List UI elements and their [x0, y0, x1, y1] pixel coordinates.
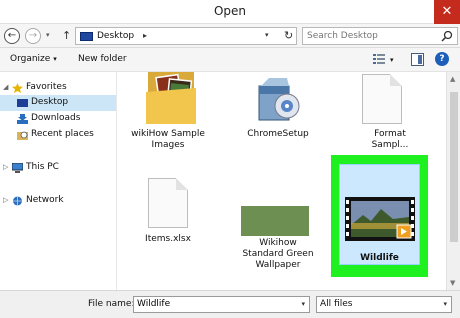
sidebar-item-downloads[interactable]: Downloads	[0, 111, 116, 127]
file-type-value: All files	[320, 299, 353, 309]
help-button[interactable]: ?	[435, 52, 449, 66]
network-icon	[13, 196, 22, 206]
sidebar-item-label: Network	[26, 195, 64, 205]
sidebar-item-label: Downloads	[31, 113, 81, 123]
file-list: wikiHow Sample Images ChromeSetup Format…	[118, 72, 446, 290]
file-label: wikiHow Sample	[131, 129, 205, 139]
refresh-button[interactable]: ↻	[284, 29, 293, 42]
path-label[interactable]: Desktop	[97, 31, 134, 41]
preview-pane-icon[interactable]	[411, 53, 424, 66]
sidebar-item-label: This PC	[26, 162, 59, 172]
file-item-wikihow-standard-green-wallpaper[interactable]: Wikihow Standard Green Wallpaper	[228, 178, 328, 270]
command-toolbar: Organize ▾ New folder ▾ ?	[0, 48, 460, 72]
folder-icon	[146, 72, 196, 124]
chevron-down-icon[interactable]: ▾	[443, 300, 447, 308]
close-button[interactable]: ✕	[434, 0, 460, 24]
expand-arrow-icon[interactable]: ▷	[3, 163, 8, 171]
selection-highlight: Wildlife	[331, 155, 428, 277]
file-label: Images	[151, 140, 185, 150]
file-item-wildlife[interactable]: Wildlife	[339, 164, 420, 265]
expand-arrow-icon[interactable]: ▷	[3, 196, 8, 204]
sidebar-item-favorites[interactable]: ◢ Favorites	[0, 80, 116, 96]
document-icon	[362, 74, 402, 124]
scroll-down-icon[interactable]: ▼	[450, 279, 455, 287]
file-item-wikihow-sample-images[interactable]: wikiHow Sample Images	[118, 72, 218, 150]
file-label: Format	[374, 129, 406, 139]
title-bar: Open ✕	[0, 0, 460, 24]
organize-label: Organize	[10, 54, 51, 64]
help-icon: ?	[439, 54, 445, 64]
document-icon	[148, 178, 188, 228]
desktop-icon	[80, 32, 93, 41]
sidebar-item-this-pc[interactable]: ▷ This PC	[0, 160, 116, 176]
file-item-format[interactable]: Format Sampl...	[340, 72, 440, 150]
recent-places-icon	[17, 131, 28, 140]
installer-icon	[258, 78, 300, 121]
path-dropdown[interactable]: ▾	[265, 31, 269, 39]
file-name-bar: File name: ▾ All files ▾	[0, 290, 460, 318]
file-type-select[interactable]: All files ▾	[316, 296, 452, 313]
scrollbar-thumb[interactable]	[450, 92, 458, 242]
file-label: Wildlife	[360, 253, 399, 263]
collapse-arrow-icon[interactable]: ◢	[3, 83, 8, 91]
forward-button[interactable]: →	[25, 28, 41, 44]
address-bar: ← → ▾ ↑ Desktop ▸ ▾ ↻	[0, 24, 460, 48]
sidebar-item-label: Desktop	[31, 97, 69, 107]
view-dropdown[interactable]: ▾	[390, 56, 394, 64]
file-label: ChromeSetup	[247, 129, 309, 139]
new-folder-button[interactable]: New folder	[78, 54, 127, 64]
sidebar-item-label: Recent places	[31, 129, 94, 139]
search-icon[interactable]	[441, 30, 453, 42]
chevron-down-icon[interactable]: ▾	[301, 300, 305, 308]
navigation-pane: ◢ Favorites Desktop Downloads Recent pla…	[0, 72, 117, 290]
downloads-icon	[17, 114, 28, 124]
file-name-label: File name:	[88, 299, 135, 309]
file-label: Wikihow	[259, 238, 297, 248]
desktop-icon	[17, 99, 28, 107]
search-input[interactable]	[307, 30, 435, 42]
image-thumbnail	[241, 206, 309, 236]
path-box[interactable]: Desktop ▸ ▾ ↻	[75, 27, 297, 45]
file-label: Sampl...	[371, 140, 409, 150]
up-button[interactable]: ↑	[62, 29, 71, 42]
sidebar-item-label: Favorites	[26, 82, 67, 92]
search-box[interactable]	[302, 27, 458, 45]
recent-locations-dropdown[interactable]: ▾	[46, 31, 50, 39]
file-label: Standard Green	[242, 249, 314, 259]
sidebar-item-recent-places[interactable]: Recent places	[0, 127, 116, 143]
chevron-down-icon: ▾	[53, 55, 57, 63]
file-name-input[interactable]	[137, 299, 287, 309]
file-label: Wallpaper	[255, 260, 301, 270]
file-item-chromesetup[interactable]: ChromeSetup	[228, 72, 328, 140]
computer-icon	[12, 163, 23, 173]
sidebar-item-desktop[interactable]: Desktop	[0, 95, 116, 111]
path-separator[interactable]: ▸	[143, 31, 147, 40]
file-item-items-xlsx[interactable]: Items.xlsx	[118, 178, 218, 246]
file-name-field[interactable]: ▾	[133, 296, 310, 313]
star-icon	[12, 83, 23, 93]
view-options-icon[interactable]	[372, 53, 386, 65]
vertical-scrollbar[interactable]: ▲ ▼	[446, 72, 460, 290]
file-label: Items.xlsx	[145, 234, 191, 244]
scroll-up-icon[interactable]: ▲	[450, 75, 455, 83]
organize-button[interactable]: Organize ▾	[10, 54, 57, 64]
back-button[interactable]: ←	[4, 28, 20, 44]
video-thumbnail-icon	[345, 197, 415, 241]
window-title: Open	[213, 4, 247, 18]
sidebar-item-network[interactable]: ▷ Network	[0, 193, 116, 209]
